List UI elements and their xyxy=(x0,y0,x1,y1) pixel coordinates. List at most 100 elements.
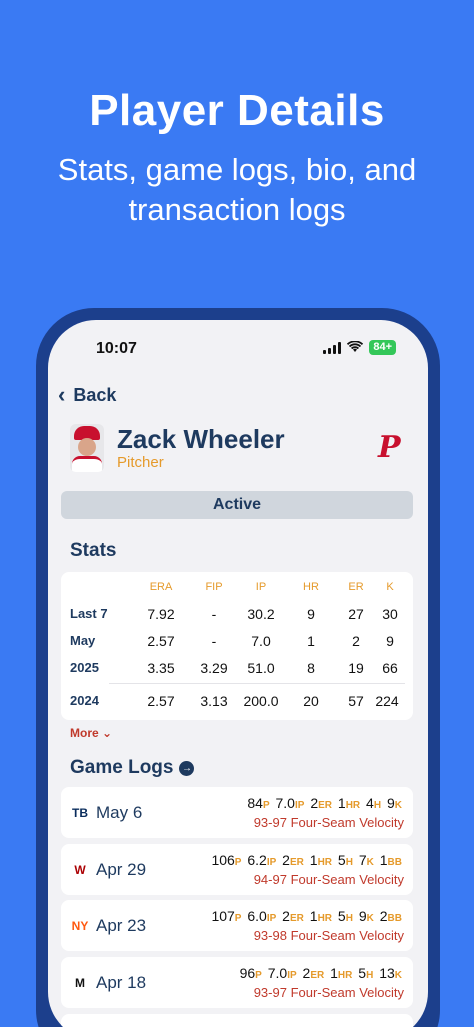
col-header-era: ERA xyxy=(149,581,173,593)
promo-subtitle: Stats, game logs, bio, and transaction l… xyxy=(0,150,474,230)
stats-cell: 7.92 xyxy=(147,606,175,622)
wifi-icon xyxy=(347,340,364,354)
game-log-line: 107P 6.0IP 2ER 1HR 5H 9K 2BB xyxy=(211,908,402,924)
stats-table: ERA FIP IP HR ER K Last 7 7.92 - 30.2 9 … xyxy=(61,572,413,720)
game-log-date: Apr 23 xyxy=(96,916,147,935)
game-log-row[interactable]: M Apr 18 96P 7.0IP 2ER 1HR 5H 13K 93-97 … xyxy=(61,957,413,1008)
stats-row-label: 2025 xyxy=(70,660,99,675)
game-log-line: 96P 7.0IP 2ER 1HR 5H 13K xyxy=(239,965,402,981)
phone-screen: 10:07 84+ ‹ Back Zack Wheeler Pitcher P … xyxy=(48,320,428,1027)
stats-cell: 3.13 xyxy=(200,693,228,709)
team-logo-icon: NY xyxy=(71,919,89,933)
stat-pitches: 84 xyxy=(247,795,263,811)
stat-k: 13 xyxy=(379,965,395,981)
promo-title: Player Details xyxy=(89,86,385,135)
stats-cell: 2.57 xyxy=(147,633,175,649)
arrow-right-icon: → xyxy=(179,761,195,776)
back-label: Back xyxy=(73,384,117,405)
stat-h: 5 xyxy=(337,852,346,868)
stats-cell: 3.35 xyxy=(147,660,175,676)
stats-divider xyxy=(109,683,405,684)
stat-h: 5 xyxy=(358,965,367,981)
stats-cell: - xyxy=(211,606,217,622)
team-logo-icon: M xyxy=(75,976,85,990)
col-header-fip: FIP xyxy=(205,581,223,593)
stat-k: 9 xyxy=(358,908,367,924)
stats-cell: 30.2 xyxy=(247,606,275,622)
stat-ip: 7.0 xyxy=(275,795,295,811)
game-log-date: Apr 18 xyxy=(96,973,147,992)
col-header-ip: IP xyxy=(255,581,267,593)
col-header-hr: HR xyxy=(303,581,319,593)
stats-cell: 9 xyxy=(307,606,315,622)
stats-cell: 224 xyxy=(375,693,399,709)
promo-subtitle-line2: transaction logs xyxy=(128,192,346,227)
stats-row-label: May xyxy=(70,633,96,648)
status-icons: 84+ xyxy=(323,340,396,355)
stats-cell: 1 xyxy=(307,633,315,649)
stat-pitches: 106 xyxy=(211,852,235,868)
stat-hr: 1 xyxy=(309,908,318,924)
stats-cell: 200.0 xyxy=(243,693,279,709)
player-name: Zack Wheeler xyxy=(117,424,285,454)
promo-subtitle-line1: Stats, game logs, bio, and xyxy=(57,152,417,187)
status-time: 10:07 xyxy=(96,340,137,357)
game-log-row[interactable]: TB May 6 84P 7.0IP 2ER 1HR 4H 9K 93-97 F… xyxy=(61,787,413,838)
battery-icon: 84+ xyxy=(369,340,396,355)
team-logo-icon: P xyxy=(378,430,401,465)
stat-ip: 7.0 xyxy=(267,965,288,981)
game-log-date: May 6 xyxy=(96,803,143,822)
game-logs-title[interactable]: Game Logs → xyxy=(70,757,195,779)
stats-cell: 3.29 xyxy=(200,660,228,676)
stats-row-label: 2024 xyxy=(70,693,99,708)
game-log-velocity: 94-97 Four-Seam Velocity xyxy=(253,872,404,887)
stat-pitches: 96 xyxy=(239,965,256,981)
stats-cell: 2.57 xyxy=(147,693,175,709)
back-button[interactable]: ‹ Back xyxy=(58,382,116,408)
game-log-line: 106P 6.2IP 2ER 1HR 5H 7K 1BB xyxy=(211,852,402,868)
stats-cell: 66 xyxy=(382,660,398,676)
game-log-velocity: 93-97 Four-Seam Velocity xyxy=(253,985,404,1000)
stats-cell: 30 xyxy=(382,606,398,622)
stat-hr: 1 xyxy=(337,795,346,811)
game-log-velocity: 93-98 Four-Seam Velocity xyxy=(253,928,404,943)
stat-h: 4 xyxy=(366,795,374,811)
stats-row-label: Last 7 xyxy=(70,606,108,621)
stats-cell: - xyxy=(211,633,217,649)
stat-ip: 6.0 xyxy=(247,908,267,924)
stat-h: 5 xyxy=(337,908,346,924)
more-button[interactable]: More ⌄ xyxy=(70,726,112,740)
game-log-date: Apr 29 xyxy=(96,860,147,879)
stat-hr: 1 xyxy=(330,965,338,981)
player-position: Pitcher xyxy=(117,454,164,471)
game-log-velocity: 93-97 Four-Seam Velocity xyxy=(253,815,404,830)
stat-bb: 2 xyxy=(379,908,388,924)
stat-k: 7 xyxy=(358,852,367,868)
stat-ip: 6.2 xyxy=(247,852,267,868)
game-logs-label: Game Logs xyxy=(70,757,174,778)
chevron-down-icon: ⌄ xyxy=(102,726,113,740)
game-log-row[interactable] xyxy=(61,1014,413,1027)
stat-pitches: 107 xyxy=(211,908,235,924)
stat-er: 2 xyxy=(310,795,319,811)
team-logo-icon: TB xyxy=(72,806,88,820)
status-badge: Active xyxy=(61,491,413,519)
team-logo-icon: W xyxy=(74,863,86,877)
stat-hr: 1 xyxy=(309,852,318,868)
player-avatar xyxy=(70,424,104,472)
stats-cell: 8 xyxy=(307,660,315,676)
stat-k: 9 xyxy=(386,795,395,811)
game-log-row[interactable]: W Apr 29 106P 6.2IP 2ER 1HR 5H 7K 1BB 94… xyxy=(61,844,413,895)
stats-cell: 7.0 xyxy=(251,633,271,649)
col-header-k: K xyxy=(386,581,394,593)
stats-cell: 51.0 xyxy=(247,660,275,676)
stats-cell: 20 xyxy=(303,693,319,709)
stats-cell: 9 xyxy=(386,633,394,649)
more-label: More xyxy=(70,726,99,740)
stats-section-title: Stats xyxy=(70,540,117,561)
signal-icon xyxy=(323,341,342,354)
game-log-row[interactable]: NY Apr 23 107P 6.0IP 2ER 1HR 5H 9K 2BB 9… xyxy=(61,900,413,951)
stat-er: 2 xyxy=(282,908,290,924)
chevron-left-icon: ‹ xyxy=(58,382,66,407)
stat-er: 2 xyxy=(282,852,290,868)
